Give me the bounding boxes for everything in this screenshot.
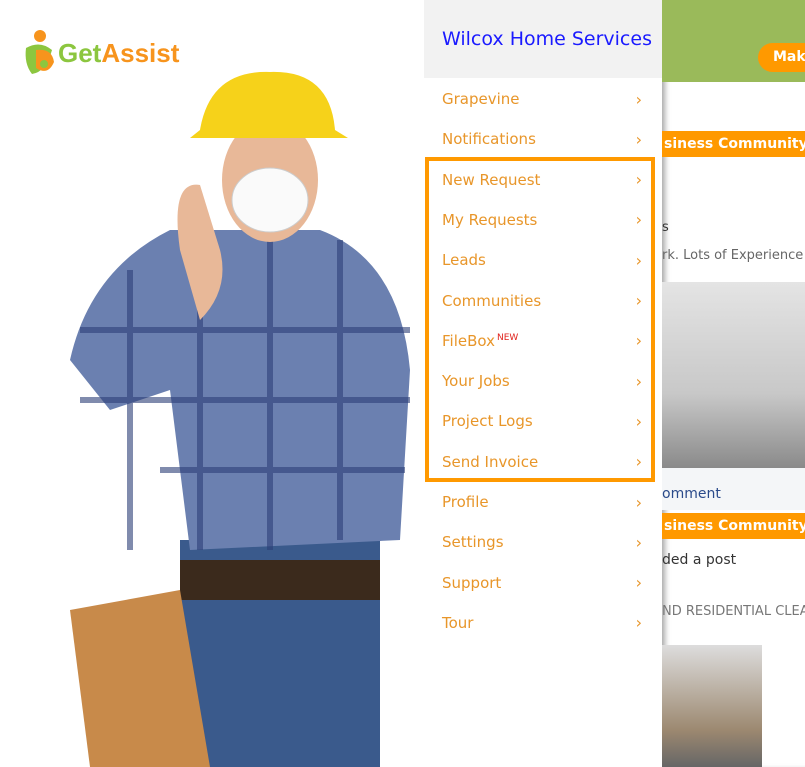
menu-item-tour[interactable]: Tour › [442, 608, 642, 638]
post-text: ND RESIDENTIAL CLEA [662, 604, 805, 619]
business-name: Wilcox Home Services [442, 28, 652, 50]
chevron-right-icon: › [635, 532, 642, 552]
menu-item-label: Support [442, 573, 502, 592]
logo-text-assist: Assist [101, 37, 180, 68]
background-app-screen: Make siness Community s rk. Lots of Expe… [662, 0, 805, 767]
highlight-box [425, 157, 655, 482]
comment-link[interactable]: omment [662, 486, 721, 502]
worker-photo [70, 71, 410, 767]
menu-item-label: Settings [442, 533, 504, 552]
menu-item-profile[interactable]: Profile › [442, 487, 642, 517]
post-text: ded a post [662, 552, 737, 568]
make-button[interactable]: Make [758, 43, 805, 72]
menu-header: Wilcox Home Services [424, 0, 662, 78]
menu-item-support[interactable]: Support › [442, 568, 642, 598]
community-banner: siness Community [662, 513, 805, 539]
menu-item-label: Tour [442, 613, 474, 632]
menu-item-label: Grapevine [442, 90, 520, 108]
menu-item-label: Profile [442, 493, 489, 511]
post-text: s [662, 220, 669, 235]
menu-item-notifications[interactable]: Notifications › [442, 124, 642, 154]
menu-item-label: Notifications [442, 130, 536, 149]
menu-item-grapevine[interactable]: Grapevine › [442, 84, 642, 114]
menu-item-settings[interactable]: Settings › [442, 527, 642, 557]
post-text: rk. Lots of Experience [662, 248, 804, 263]
logo-text-get: Get [58, 37, 102, 68]
chevron-right-icon: › [635, 573, 642, 593]
post-image [662, 645, 762, 767]
chevron-right-icon: › [635, 492, 642, 512]
chevron-right-icon: › [635, 613, 642, 633]
community-banner: siness Community [662, 131, 805, 157]
chevron-right-icon: › [635, 129, 642, 149]
chevron-right-icon: › [635, 89, 642, 109]
post-image [662, 282, 805, 468]
